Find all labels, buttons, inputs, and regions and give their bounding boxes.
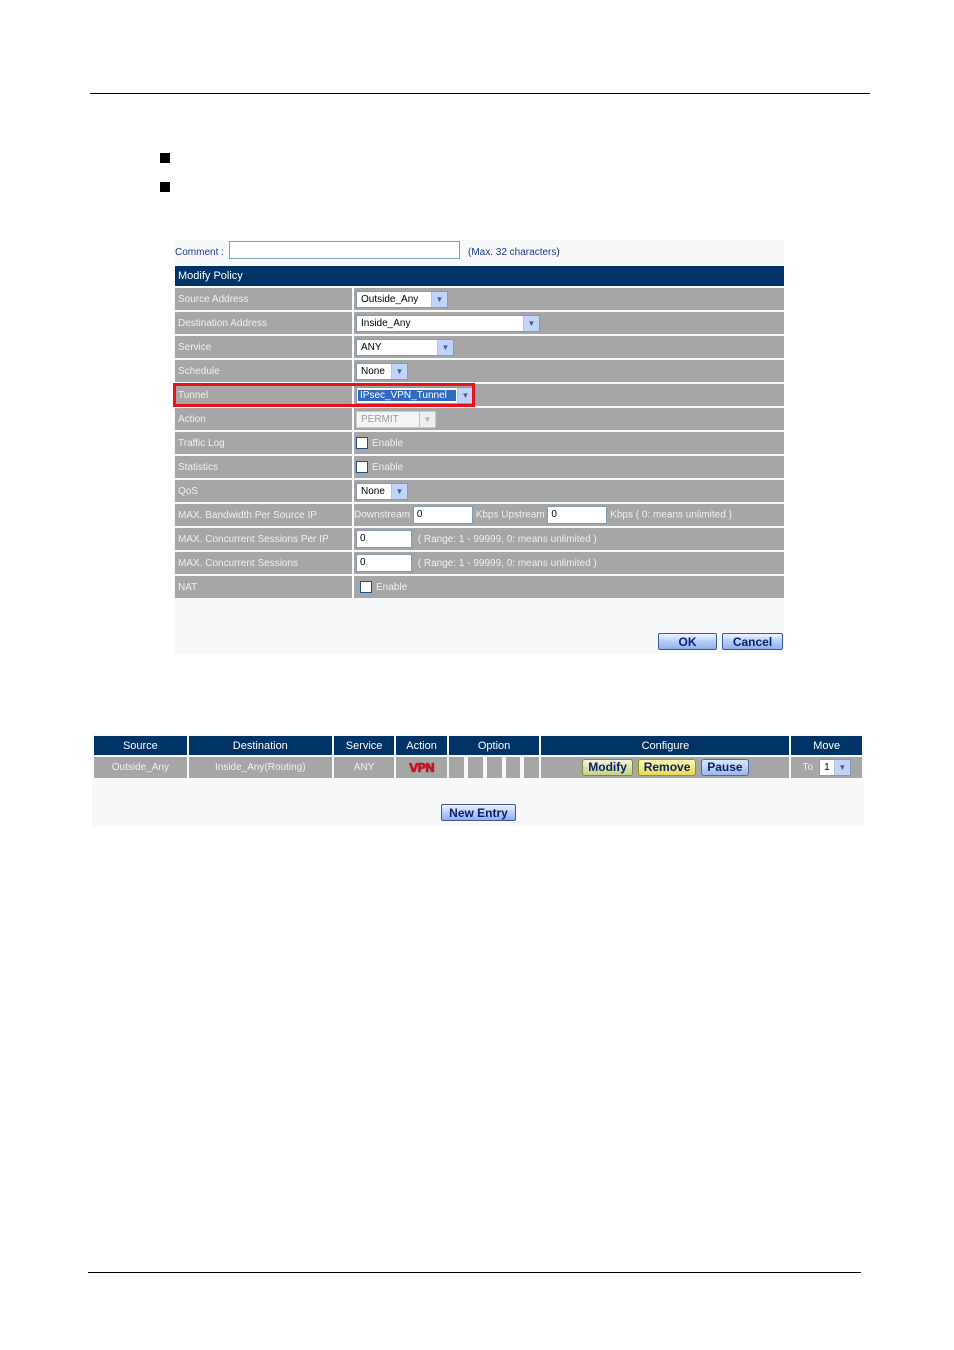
vpn-icon: VPN bbox=[408, 760, 435, 775]
max-bandwidth-label: MAX. Bandwidth Per Source IP bbox=[175, 504, 354, 526]
qos-select[interactable]: None ▼ bbox=[356, 482, 408, 500]
header-move: Move bbox=[791, 736, 862, 755]
action-select: PERMIT ▼ bbox=[356, 410, 436, 428]
cell-source: Outside_Any bbox=[94, 757, 187, 778]
schedule-select[interactable]: None ▼ bbox=[356, 362, 408, 380]
nat-checkbox[interactable] bbox=[360, 581, 372, 593]
chevron-down-icon: ▼ bbox=[391, 483, 407, 499]
modify-button[interactable]: Modify bbox=[582, 759, 633, 776]
cancel-button[interactable]: Cancel bbox=[722, 633, 783, 650]
section-title: Modify Policy bbox=[175, 266, 784, 286]
chevron-down-icon: ▼ bbox=[833, 760, 850, 775]
comment-hint: (Max. 32 characters) bbox=[468, 247, 560, 258]
comment-input[interactable] bbox=[229, 241, 460, 259]
row-tunnel: Tunnel IPsec_VPN_Tunnel ▼ bbox=[175, 384, 784, 406]
service-label: Service bbox=[175, 336, 354, 358]
max-sessions-input[interactable]: 0 bbox=[356, 554, 412, 572]
row-max-sessions: MAX. Concurrent Sessions 0 ( Range: 1 - … bbox=[175, 552, 784, 574]
chevron-down-icon: ▼ bbox=[391, 363, 407, 379]
header-source: Source bbox=[94, 736, 187, 755]
chevron-down-icon: ▼ bbox=[523, 315, 539, 331]
table-row: Outside_Any Inside_Any(Routing) ANY VPN … bbox=[94, 757, 862, 778]
comment-label: Comment : bbox=[175, 247, 224, 258]
option-cells bbox=[448, 757, 540, 778]
move-to-label: To bbox=[802, 762, 814, 773]
policy-table: Modify Policy Source Address Outside_Any… bbox=[175, 264, 784, 600]
service-select[interactable]: ANY ▼ bbox=[356, 338, 454, 356]
row-action: Action PERMIT ▼ bbox=[175, 408, 784, 430]
bullet-2 bbox=[160, 182, 170, 192]
header-option: Option bbox=[448, 736, 540, 755]
tunnel-select[interactable]: IPsec_VPN_Tunnel ▼ bbox=[356, 386, 474, 404]
page-header-rule bbox=[90, 93, 870, 94]
destination-address-select[interactable]: Inside_Any ▼ bbox=[356, 314, 540, 332]
move-select[interactable]: 1 ▼ bbox=[818, 759, 851, 776]
bandwidth-hint: Kbps ( 0: means unlimited ) bbox=[610, 509, 732, 521]
max-sessions-label: MAX. Concurrent Sessions bbox=[175, 552, 354, 574]
max-sessions-per-ip-input[interactable]: 0 bbox=[356, 530, 412, 548]
row-statistics: Statistics Enable bbox=[175, 456, 784, 478]
source-address-select[interactable]: Outside_Any ▼ bbox=[356, 290, 448, 308]
policy-list: Source Destination Service Action Option… bbox=[92, 734, 864, 826]
cell-option bbox=[448, 757, 540, 778]
modify-policy-form: Comment : (Max. 32 characters) Modify Po… bbox=[174, 240, 784, 654]
upstream-input[interactable]: 0 bbox=[547, 506, 608, 524]
row-destination-address: Destination Address Inside_Any ▼ bbox=[175, 312, 784, 334]
downstream-input[interactable]: 0 bbox=[412, 506, 473, 524]
row-traffic-log: Traffic Log Enable bbox=[175, 432, 784, 454]
downstream-label: Downstream bbox=[354, 509, 411, 521]
nat-label: NAT bbox=[175, 576, 354, 598]
cell-destination: Inside_Any(Routing) bbox=[188, 757, 332, 778]
row-max-sessions-per-ip: MAX. Concurrent Sessions Per IP 0 ( Rang… bbox=[175, 528, 784, 550]
policy-rules-table: Source Destination Service Action Option… bbox=[92, 734, 864, 780]
destination-address-label: Destination Address bbox=[175, 312, 354, 334]
header-service: Service bbox=[333, 736, 395, 755]
statistics-label: Statistics bbox=[175, 456, 354, 478]
schedule-label: Schedule bbox=[175, 360, 354, 382]
chevron-down-icon: ▼ bbox=[431, 291, 447, 307]
qos-label: QoS bbox=[175, 480, 354, 502]
chevron-down-icon: ▼ bbox=[457, 387, 473, 403]
header-action: Action bbox=[396, 736, 447, 755]
upstream-label: Kbps Upstream bbox=[475, 509, 545, 521]
row-max-bandwidth: MAX. Bandwidth Per Source IP Downstream … bbox=[175, 504, 784, 526]
max-sessions-per-ip-hint: ( Range: 1 - 99999, 0: means unlimited ) bbox=[417, 533, 597, 545]
max-sessions-hint: ( Range: 1 - 99999, 0: means unlimited ) bbox=[417, 557, 597, 569]
cell-action: VPN bbox=[396, 757, 447, 778]
ok-button[interactable]: OK bbox=[658, 633, 717, 650]
header-destination: Destination bbox=[188, 736, 332, 755]
traffic-log-enable-label: Enable bbox=[372, 437, 404, 449]
row-source-address: Source Address Outside_Any ▼ bbox=[175, 288, 784, 310]
new-entry-button[interactable]: New Entry bbox=[441, 804, 516, 821]
cell-configure: Modify Remove Pause bbox=[541, 757, 790, 778]
chevron-down-icon: ▼ bbox=[419, 411, 435, 427]
traffic-log-label: Traffic Log bbox=[175, 432, 354, 454]
header-configure: Configure bbox=[541, 736, 790, 755]
cell-service: ANY bbox=[333, 757, 395, 778]
chevron-down-icon: ▼ bbox=[437, 339, 453, 355]
row-schedule: Schedule None ▼ bbox=[175, 360, 784, 382]
traffic-log-checkbox[interactable] bbox=[356, 437, 368, 449]
statistics-checkbox[interactable] bbox=[356, 461, 368, 473]
max-sessions-per-ip-label: MAX. Concurrent Sessions Per IP bbox=[175, 528, 354, 550]
comment-row: Comment : (Max. 32 characters) bbox=[174, 240, 784, 264]
nat-enable-label: Enable bbox=[376, 581, 408, 593]
pause-button[interactable]: Pause bbox=[701, 759, 749, 776]
bullet-1 bbox=[160, 153, 170, 163]
cell-move: To 1 ▼ bbox=[791, 757, 862, 778]
source-address-label: Source Address bbox=[175, 288, 354, 310]
action-label: Action bbox=[175, 408, 354, 430]
statistics-enable-label: Enable bbox=[372, 461, 404, 473]
tunnel-label: Tunnel bbox=[175, 384, 354, 406]
page-footer-rule bbox=[88, 1272, 861, 1273]
row-service: Service ANY ▼ bbox=[175, 336, 784, 358]
row-nat: NAT Enable bbox=[175, 576, 784, 598]
remove-button[interactable]: Remove bbox=[637, 759, 697, 776]
row-qos: QoS None ▼ bbox=[175, 480, 784, 502]
